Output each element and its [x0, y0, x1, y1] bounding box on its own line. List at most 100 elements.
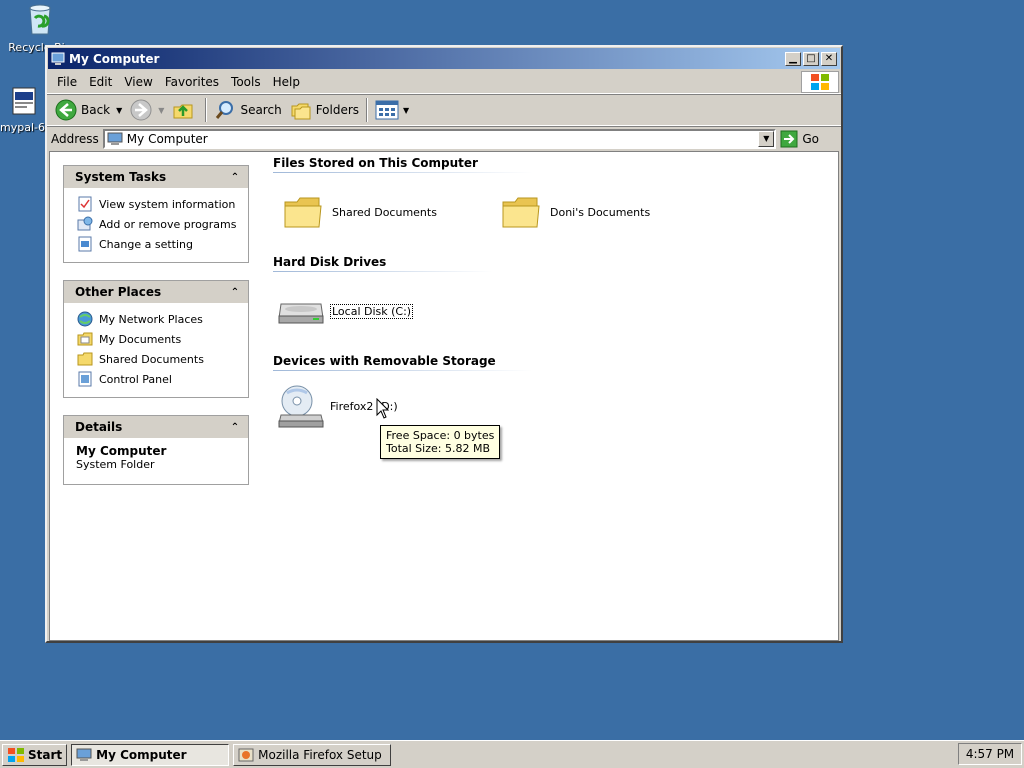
task-mozilla-firefox-setup[interactable]: Mozilla Firefox Setup: [233, 743, 392, 766]
views-dropdown-icon: ▼: [403, 105, 410, 115]
toolbar-separator: [205, 98, 208, 122]
back-button[interactable]: Back ▼: [51, 97, 126, 123]
pane-item-label: Shared Documents: [99, 352, 204, 366]
up-folder-button[interactable]: [168, 97, 202, 123]
other-places-header[interactable]: Other Places ⌃: [64, 281, 248, 303]
section-divider: [273, 370, 533, 371]
views-button[interactable]: ▼: [371, 98, 413, 122]
start-button[interactable]: Start: [2, 743, 68, 766]
tooltip-free-space: Free Space: 0 bytes: [386, 429, 495, 442]
setup-icon: [238, 748, 254, 761]
mouse-pointer-icon: [376, 398, 390, 419]
pane-title: Details: [75, 420, 123, 434]
item-donis-documents[interactable]: Doni's Documents: [496, 190, 650, 234]
pane-item-label: View system information: [99, 197, 236, 211]
task-change-setting[interactable]: Change a setting: [76, 234, 242, 254]
pane-item-label: My Network Places: [99, 312, 203, 326]
minimize-button[interactable]: ▁: [785, 51, 801, 66]
menu-favorites[interactable]: Favorites: [159, 73, 225, 91]
system-tasks-header[interactable]: System Tasks ⌃: [64, 166, 248, 188]
task-label: My Computer: [96, 747, 187, 762]
details-pane: Details ⌃ My Computer System Folder: [63, 415, 249, 485]
folder-icon: [76, 351, 94, 367]
maximize-button[interactable]: □: [803, 51, 819, 66]
task-my-computer[interactable]: My Computer: [71, 743, 230, 766]
my-computer-icon: [51, 52, 65, 65]
windows-logo-icon: [801, 71, 839, 93]
toolbar-separator: [366, 98, 369, 122]
item-label: Shared Documents: [332, 205, 437, 219]
chevron-down-icon: ▼: [763, 134, 770, 143]
title-bar[interactable]: My Computer ▁ □ ✕: [48, 48, 840, 69]
menu-view[interactable]: View: [118, 73, 158, 91]
clock-time: 4:57 PM: [965, 747, 1015, 761]
address-input[interactable]: My Computer ▼: [102, 128, 777, 149]
taskbar: Start My Computer Mozilla Firefox Setup …: [0, 740, 1024, 768]
application-icon: [0, 86, 48, 119]
back-dropdown-icon[interactable]: ▼: [116, 106, 122, 115]
other-places-pane: Other Places ⌃ My Network Places My Docu…: [63, 280, 249, 398]
start-label: Start: [28, 747, 63, 762]
search-icon: [216, 101, 234, 119]
place-my-network-places[interactable]: My Network Places: [76, 309, 242, 329]
desktop-icon-mypal[interactable]: mypal-68: [0, 86, 48, 134]
recycle-bin-icon: [0, 2, 80, 39]
system-tray-clock[interactable]: 4:57 PM: [958, 743, 1022, 765]
address-dropdown-button[interactable]: ▼: [758, 130, 775, 147]
go-arrow-icon: [780, 130, 798, 147]
my-computer-icon: [76, 748, 92, 761]
forward-dropdown-icon[interactable]: ▼: [158, 106, 164, 115]
add-remove-programs-icon: [76, 216, 94, 232]
window-title: My Computer: [69, 51, 160, 66]
minimize-icon: ▁: [789, 52, 797, 64]
views-icon: [375, 100, 399, 120]
back-arrow-icon: [55, 99, 77, 121]
close-icon: ✕: [824, 52, 834, 64]
control-panel-icon: [76, 236, 94, 252]
menu-edit[interactable]: Edit: [83, 73, 118, 91]
menu-tools[interactable]: Tools: [225, 73, 267, 91]
section-title-removable: Devices with Removable Storage: [273, 354, 496, 368]
my-computer-icon: [107, 132, 123, 145]
close-button[interactable]: ✕: [821, 51, 837, 66]
my-documents-icon: [76, 331, 94, 347]
back-label: Back: [81, 103, 111, 117]
control-panel-icon: [76, 371, 94, 387]
address-value: My Computer: [126, 131, 208, 146]
item-local-disk-c[interactable]: Local Disk (C:): [276, 289, 414, 333]
folders-button[interactable]: Folders: [286, 97, 363, 123]
place-shared-documents[interactable]: Shared Documents: [76, 349, 242, 369]
explorer-window: My Computer ▁ □ ✕ File Edit View Favorit…: [45, 45, 843, 643]
cd-drive-icon: [276, 384, 326, 428]
task-add-remove-programs[interactable]: Add or remove programs: [76, 214, 242, 234]
go-button[interactable]: Go: [780, 130, 819, 148]
pane-title: System Tasks: [75, 170, 167, 184]
hard-drive-icon: [276, 289, 326, 333]
collapse-icon[interactable]: ⌃: [228, 170, 242, 184]
forward-button[interactable]: ▼: [126, 97, 168, 123]
details-header[interactable]: Details ⌃: [64, 416, 248, 438]
pane-item-label: Add or remove programs: [99, 217, 237, 231]
forward-arrow-icon: [130, 99, 152, 121]
menu-file[interactable]: File: [51, 73, 83, 91]
address-label: Address: [51, 131, 99, 146]
place-control-panel[interactable]: Control Panel: [76, 369, 242, 389]
search-label: Search: [240, 103, 282, 117]
search-button[interactable]: Search: [210, 97, 285, 123]
collapse-icon[interactable]: ⌃: [228, 420, 242, 434]
tooltip-total-size: Total Size: 5.82 MB: [386, 442, 490, 455]
pane-item-label: Control Panel: [99, 372, 172, 386]
section-divider: [273, 172, 533, 173]
system-tasks-pane: System Tasks ⌃ View system information A…: [63, 165, 249, 263]
folders-label: Folders: [315, 103, 360, 117]
drive-tooltip: Free Space: 0 bytes Total Size: 5.82 MB: [380, 425, 501, 459]
place-my-documents[interactable]: My Documents: [76, 329, 242, 349]
item-label: Local Disk (C:): [330, 303, 414, 319]
item-shared-documents[interactable]: Shared Documents: [278, 190, 437, 234]
collapse-icon[interactable]: ⌃: [228, 285, 242, 299]
task-view-system-information[interactable]: View system information: [76, 194, 242, 214]
menu-help[interactable]: Help: [267, 73, 306, 91]
pane-item-label: My Documents: [99, 332, 182, 346]
section-title-files: Files Stored on This Computer: [273, 156, 478, 170]
up-folder-icon: [173, 104, 193, 119]
